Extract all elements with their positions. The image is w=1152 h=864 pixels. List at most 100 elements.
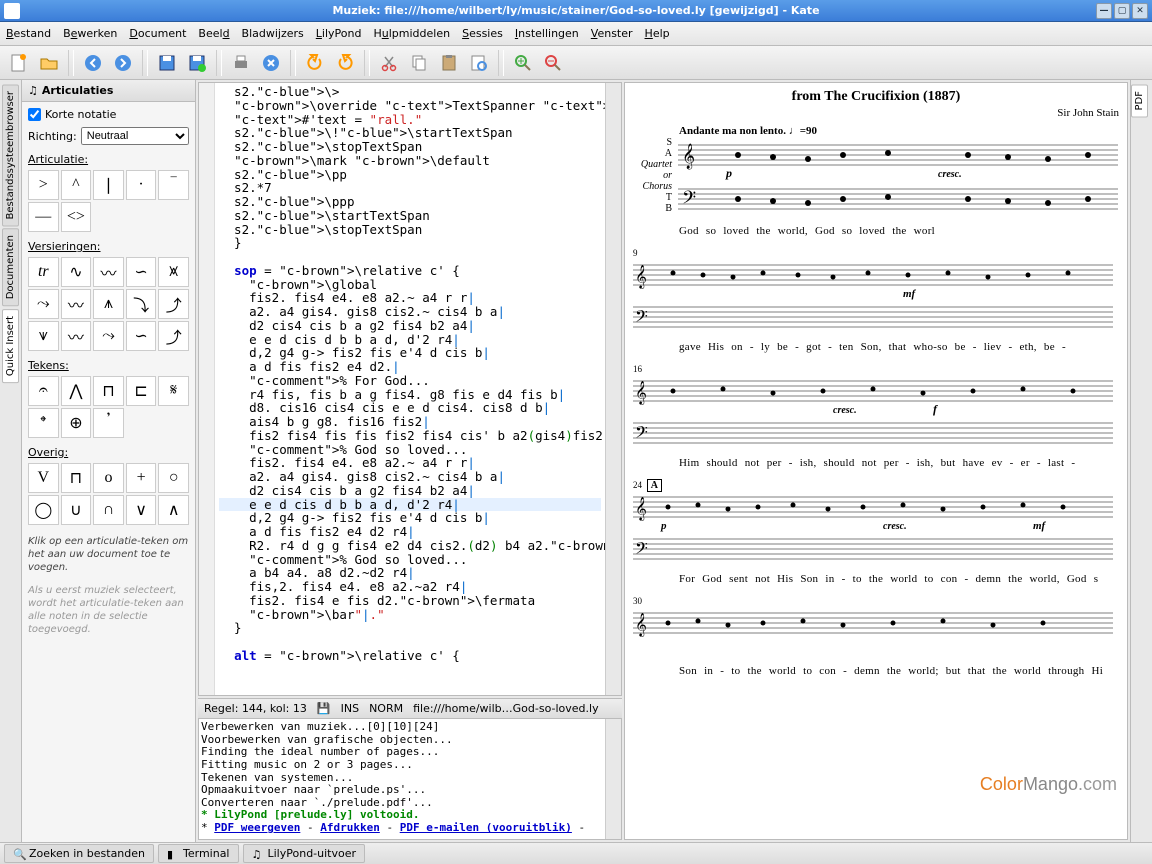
disk-icon: 💾 xyxy=(317,702,331,715)
close-button[interactable]: ✕ xyxy=(1132,3,1148,19)
print-button[interactable] xyxy=(228,50,254,76)
espressivo-symbol[interactable]: <> xyxy=(61,202,92,232)
varcoda-symbol[interactable]: ⊕ xyxy=(61,408,92,438)
tab-documents[interactable]: Documenten xyxy=(2,228,19,306)
stop-button[interactable] xyxy=(258,50,284,76)
menu-hulpmiddelen[interactable]: Hulpmiddelen xyxy=(373,27,450,40)
new-button[interactable] xyxy=(6,50,32,76)
fermata-symbol[interactable]: 𝄐 xyxy=(28,376,59,406)
music-icon: ♫ xyxy=(252,848,264,860)
find-button[interactable] xyxy=(466,50,492,76)
pdf-preview[interactable]: from The Crucifixion (1887) Sir John Sta… xyxy=(624,82,1128,840)
menu-bladwijzers[interactable]: Bladwijzers xyxy=(242,27,304,40)
rheel-symbol[interactable]: ∩ xyxy=(93,495,124,525)
cut-button[interactable] xyxy=(376,50,402,76)
menu-bestand[interactable]: Bestand xyxy=(6,27,51,40)
staccato-symbol[interactable]: · xyxy=(126,170,157,200)
prallprall-symbol[interactable]: ⩙ xyxy=(158,257,189,287)
log-pane[interactable]: Verbewerken van muziek...[0][10][24]Voor… xyxy=(198,718,622,840)
prall-symbol[interactable]: ∿ xyxy=(61,257,92,287)
longfermata-symbol[interactable]: ⊓ xyxy=(93,376,124,406)
svg-text:𝄢: 𝄢 xyxy=(635,540,648,562)
code-editor[interactable]: s2."c-blue">\> "c-brown">\override "c-te… xyxy=(215,83,605,695)
orn10-symbol[interactable]: ⤴ xyxy=(158,321,189,351)
paste-button[interactable] xyxy=(436,50,462,76)
open-symbol[interactable]: o xyxy=(93,463,124,493)
tab-filesystem[interactable]: Bestandssysteembrowser xyxy=(2,84,19,226)
menu-lilypond[interactable]: LilyPond xyxy=(316,27,362,40)
richting-select[interactable]: Neutraal xyxy=(81,127,189,145)
redo-button[interactable] xyxy=(332,50,358,76)
lheel-symbol[interactable]: ∪ xyxy=(61,495,92,525)
menu-bewerken[interactable]: Bewerken xyxy=(63,27,117,40)
stopped-symbol[interactable]: + xyxy=(126,463,157,493)
verylong-symbol[interactable]: ⊏ xyxy=(126,376,157,406)
versieringen-title: Versieringen: xyxy=(28,240,189,253)
titlebar-left xyxy=(4,3,24,19)
undo-button[interactable] xyxy=(302,50,328,76)
orn7-symbol[interactable]: 〰 xyxy=(61,321,92,351)
flageolet-symbol[interactable]: ○ xyxy=(158,463,189,493)
orn3-symbol[interactable]: ⩚ xyxy=(93,289,124,319)
tab-pdf[interactable]: PDF xyxy=(1131,84,1148,117)
staff-2: 𝄞 𝄢 mf xyxy=(633,259,1113,339)
minimize-button[interactable]: — xyxy=(1096,3,1112,19)
zoom-out-button[interactable] xyxy=(540,50,566,76)
svg-text:𝄞: 𝄞 xyxy=(635,498,647,521)
orn8-symbol[interactable]: ⤳ xyxy=(93,321,124,351)
rtoe-symbol[interactable]: ∧ xyxy=(158,495,189,525)
turn-symbol[interactable]: ∽ xyxy=(126,257,157,287)
richting-row: Richting: Neutraal xyxy=(28,127,189,145)
copy-button[interactable] xyxy=(406,50,432,76)
menu-help[interactable]: Help xyxy=(645,27,670,40)
marcato-symbol[interactable]: ^ xyxy=(61,170,92,200)
staccatissimo-symbol[interactable]: ❘ xyxy=(93,170,124,200)
orn5-symbol[interactable]: ⤴ xyxy=(158,289,189,319)
menu-beeld[interactable]: Beeld xyxy=(198,27,229,40)
back-button[interactable] xyxy=(80,50,106,76)
tab-lilypond-uitvoer[interactable]: ♫LilyPond-uitvoer xyxy=(243,844,366,863)
svg-text:𝄞: 𝄞 xyxy=(635,382,647,405)
save-button[interactable] xyxy=(154,50,180,76)
menu-instellingen[interactable]: Instellingen xyxy=(515,27,579,40)
korte-notatie-checkbox[interactable] xyxy=(28,108,41,121)
system-4: 24 A 𝄞 𝄢 p cresc. mf For God sent not Hi… xyxy=(633,479,1119,589)
downbow-symbol[interactable]: ⊓ xyxy=(61,463,92,493)
open-button[interactable] xyxy=(36,50,62,76)
orn2-symbol[interactable]: 〰︎ xyxy=(61,289,92,319)
quick-insert-panel: ♫ Articulaties Korte notatie Richting: N… xyxy=(22,80,196,842)
save-as-button[interactable] xyxy=(184,50,210,76)
menu-venster[interactable]: Venster xyxy=(591,27,633,40)
shortfermata-symbol[interactable]: ⋀ xyxy=(61,376,92,406)
portato-symbol[interactable]: ‾ xyxy=(158,170,189,200)
breathe-symbol[interactable]: 𝄒 xyxy=(93,408,124,438)
orn1-symbol[interactable]: ⤳ xyxy=(28,289,59,319)
orn4-symbol[interactable]: ⤵ xyxy=(126,289,157,319)
trill-symbol[interactable]: tr xyxy=(28,257,59,287)
orn6-symbol[interactable]: ⩛ xyxy=(28,321,59,351)
tab-zoeken[interactable]: 🔍Zoeken in bestanden xyxy=(4,844,154,863)
thumb-symbol[interactable]: ◯ xyxy=(28,495,59,525)
coda-symbol[interactable]: 𝄌 xyxy=(28,408,59,438)
menu-document[interactable]: Document xyxy=(129,27,186,40)
zoom-in-button[interactable] xyxy=(510,50,536,76)
orn9-symbol[interactable]: ∽ xyxy=(126,321,157,351)
fold-gutter[interactable] xyxy=(199,83,215,695)
ltoe-symbol[interactable]: ∨ xyxy=(126,495,157,525)
segno-symbol[interactable]: 𝄋 xyxy=(158,376,189,406)
svg-text:mf: mf xyxy=(903,288,917,300)
log-scrollbar[interactable] xyxy=(605,719,621,839)
editor-scrollbar[interactable] xyxy=(605,83,621,695)
tab-terminal[interactable]: ▮Terminal xyxy=(158,844,239,863)
mordent-symbol[interactable]: 〰 xyxy=(93,257,124,287)
tab-quick-insert[interactable]: Quick Insert xyxy=(2,309,19,383)
status-ins: INS xyxy=(341,702,359,715)
maximize-button[interactable]: ▢ xyxy=(1114,3,1130,19)
svg-text:cresc.: cresc. xyxy=(833,405,857,416)
svg-text:𝄞: 𝄞 xyxy=(682,143,695,169)
tenuto-symbol[interactable]: — xyxy=(28,202,59,232)
accent-symbol[interactable]: > xyxy=(28,170,59,200)
menu-sessies[interactable]: Sessies xyxy=(462,27,503,40)
forward-button[interactable] xyxy=(110,50,136,76)
upbow-symbol[interactable]: V xyxy=(28,463,59,493)
